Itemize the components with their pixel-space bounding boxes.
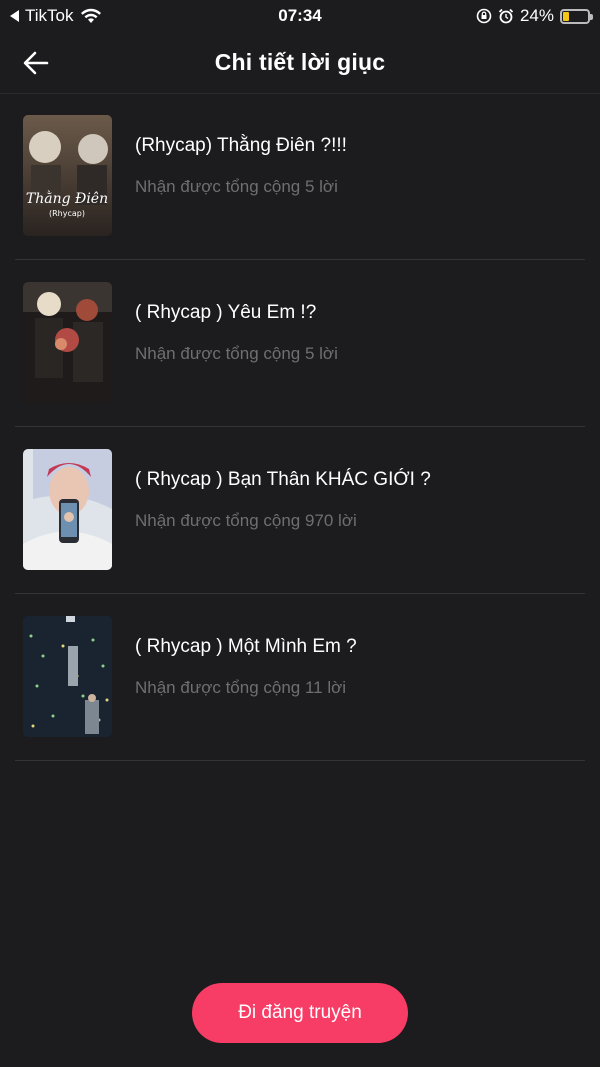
- story-title: ( Rhycap ) Yêu Em !?: [135, 302, 317, 323]
- story-title: (Rhycap) Thằng Điên ?!!!: [135, 135, 347, 156]
- story-title: ( Rhycap ) Bạn Thân KHÁC GIỚI ?: [135, 469, 431, 490]
- back-triangle-icon: [10, 10, 19, 22]
- story-title: ( Rhycap ) Một Mình Em ?: [135, 636, 357, 657]
- arrow-left-icon: [23, 51, 49, 75]
- story-urge-count: Nhận được tổng cộng 5 lời: [135, 344, 338, 363]
- post-story-button[interactable]: Đi đăng truyện: [192, 983, 408, 1043]
- list-item[interactable]: ( Rhycap ) Một Mình Em ? Nhận được tổng …: [15, 594, 585, 761]
- alarm-icon: [498, 8, 514, 24]
- story-urge-count: Nhận được tổng cộng 5 lời: [135, 177, 338, 196]
- story-cover: [23, 449, 112, 570]
- back-app-name: TikTok: [25, 6, 74, 25]
- orientation-lock-icon: [476, 8, 492, 24]
- list-item[interactable]: ( Rhycap ) Bạn Thân KHÁC GIỚI ? Nhận đượ…: [15, 427, 585, 594]
- battery-percent: 24%: [519, 6, 554, 25]
- status-bar: TikTok 07:34 24%: [0, 0, 600, 32]
- svg-text:Thằng Điên: Thằng Điên: [26, 189, 108, 207]
- list-item[interactable]: ( Rhycap ) Yêu Em !? Nhận được tổng cộng…: [15, 260, 585, 427]
- header: Chi tiết lời giục: [0, 32, 600, 94]
- back-button[interactable]: [18, 46, 54, 80]
- back-to-app[interactable]: TikTok: [10, 6, 102, 26]
- list-item[interactable]: Thằng Điên (Rhycap) (Rhycap) Thằng Điên …: [15, 93, 585, 260]
- story-cover: Thằng Điên (Rhycap): [23, 115, 112, 236]
- story-cover: [23, 282, 112, 403]
- story-urge-count: Nhận được tổng cộng 970 lời: [135, 511, 357, 530]
- story-cover: [23, 616, 112, 737]
- story-list: Thằng Điên (Rhycap) (Rhycap) Thằng Điên …: [0, 93, 600, 761]
- wifi-icon: [80, 8, 101, 23]
- svg-text:(Rhycap): (Rhycap): [49, 209, 85, 218]
- battery-level: [563, 11, 569, 21]
- story-urge-count: Nhận được tổng cộng 11 lời: [135, 678, 347, 697]
- page-title: Chi tiết lời giục: [214, 49, 386, 75]
- battery-icon: [560, 8, 593, 24]
